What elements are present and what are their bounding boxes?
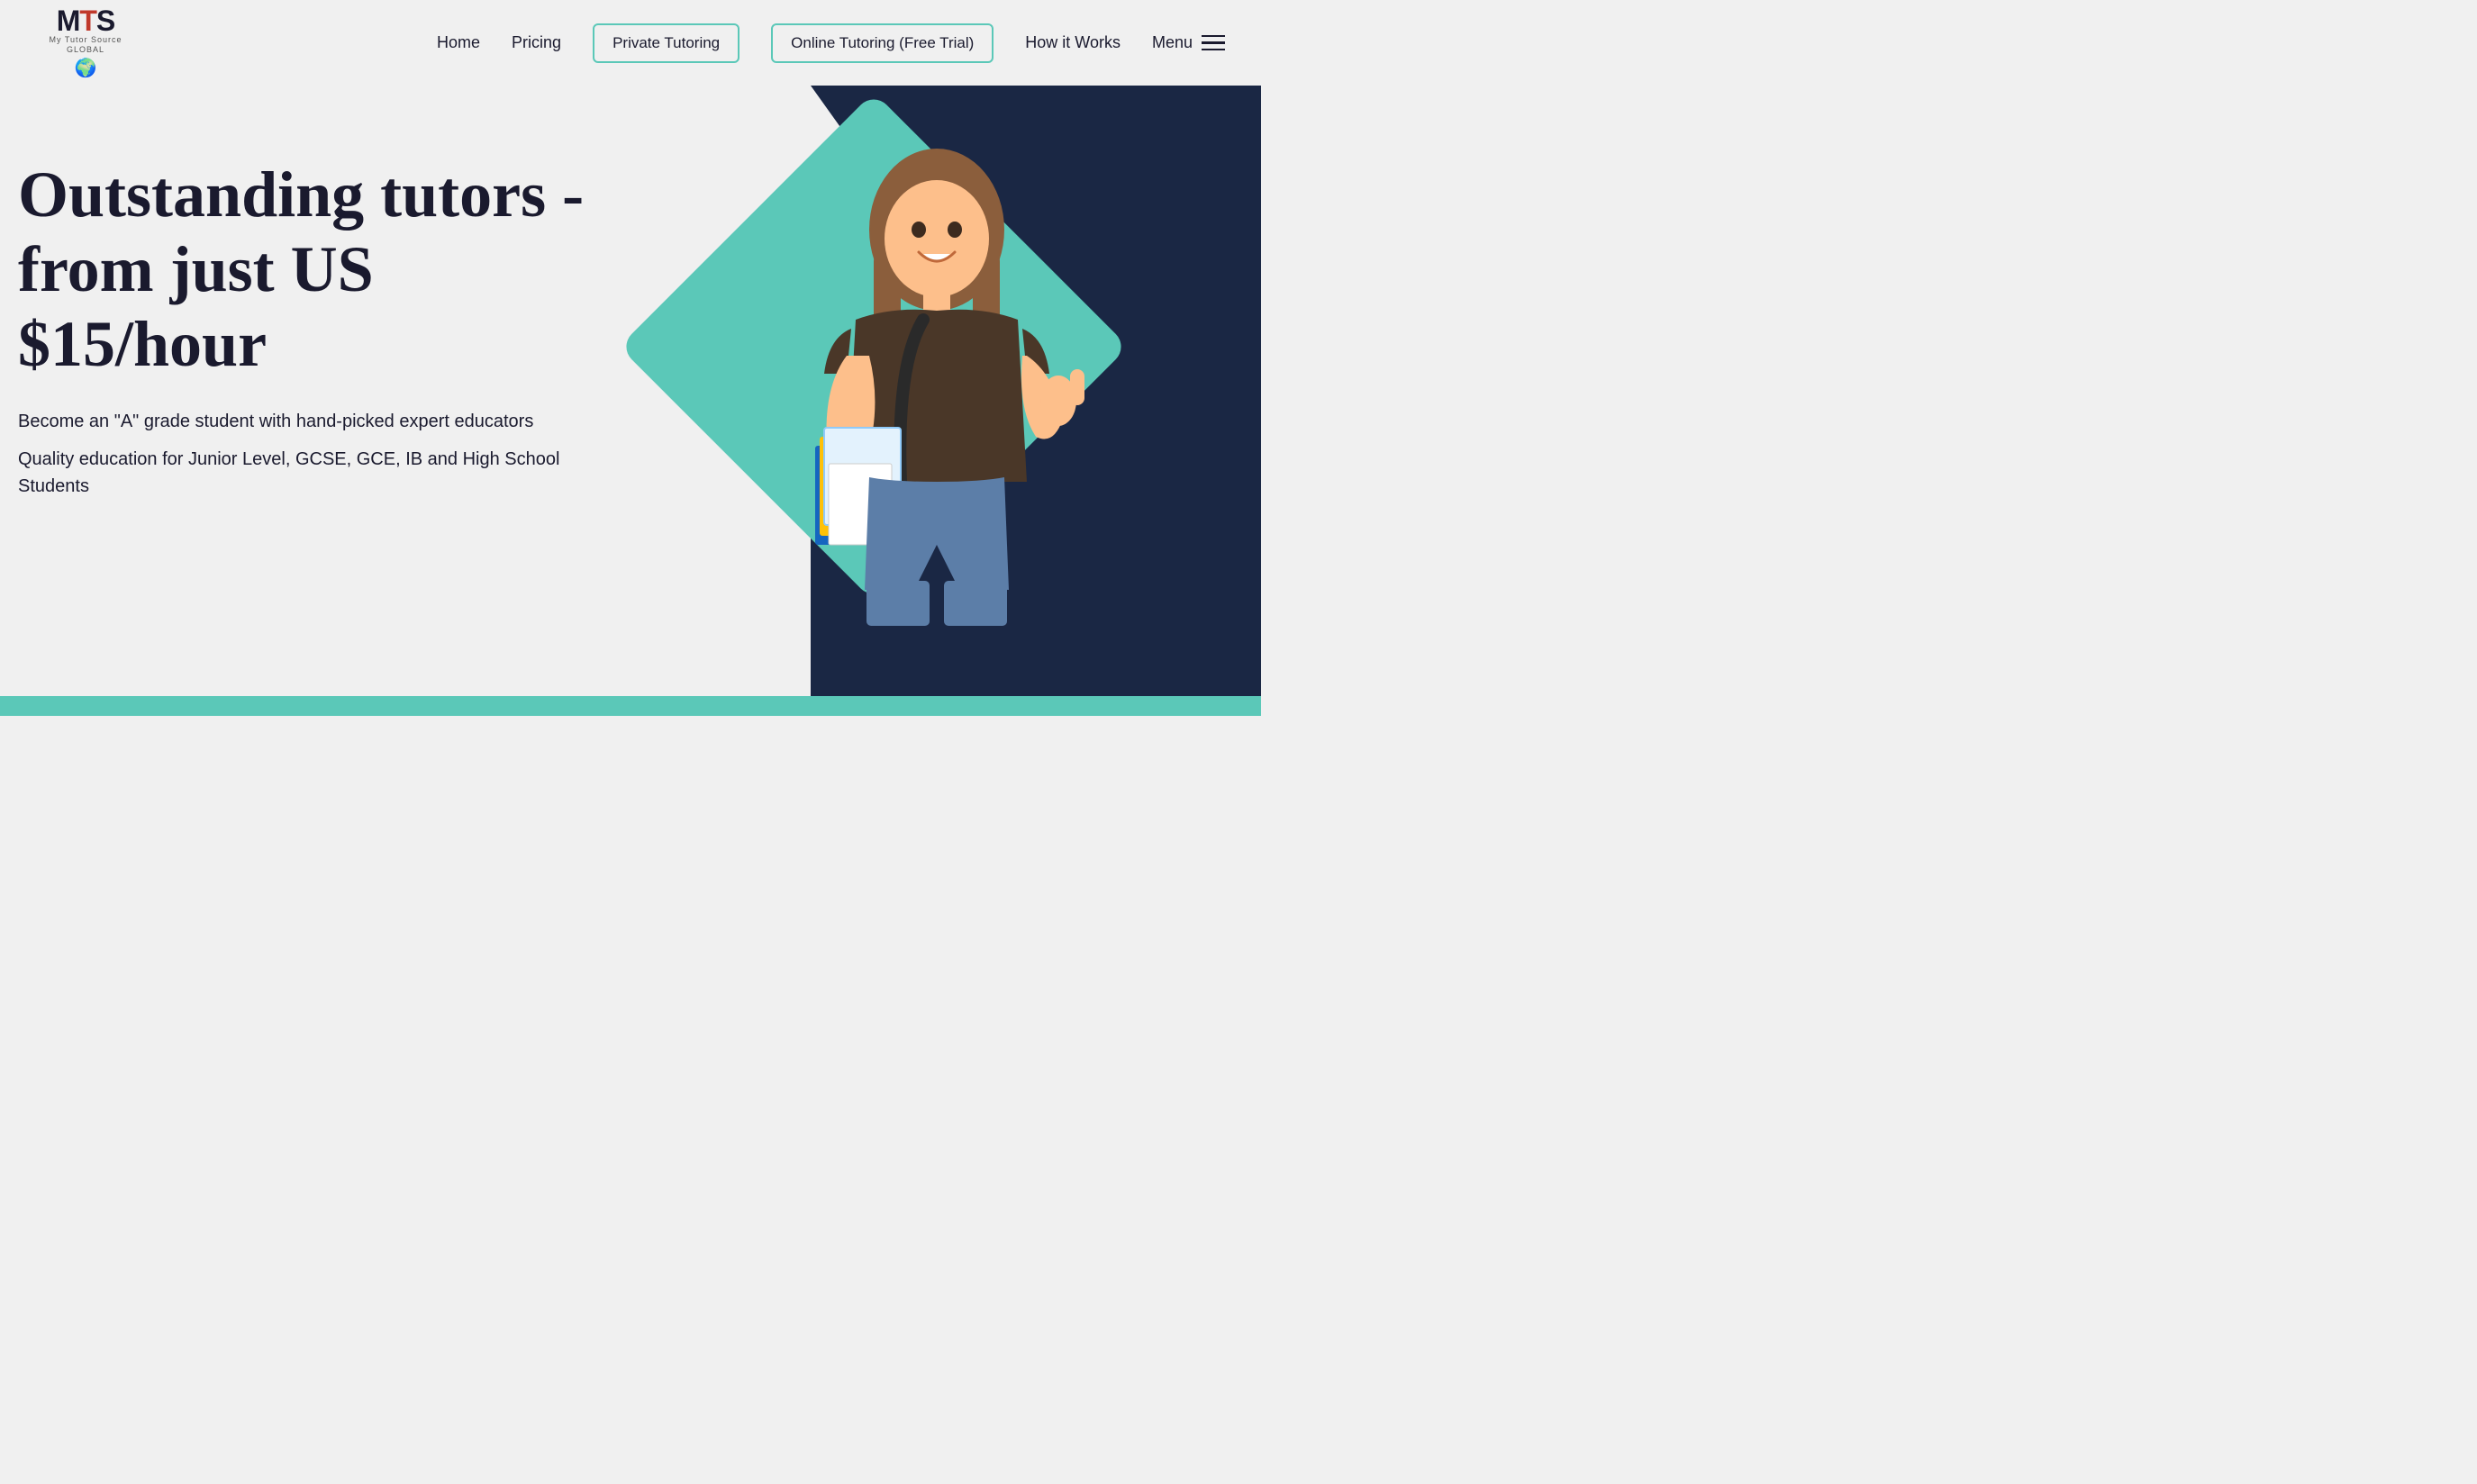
main-nav: Home Pricing Private Tutoring Online Tut…: [437, 23, 1225, 63]
nav-private-tutoring[interactable]: Private Tutoring: [593, 23, 739, 63]
nav-how-it-works[interactable]: How it Works: [1025, 33, 1121, 52]
hero-subtitle-1: Become an "A" grade student with hand-pi…: [18, 408, 594, 435]
hero-content: Outstanding tutors - from just US $15/ho…: [0, 86, 631, 547]
hero-subtitle-2: Quality education for Junior Level, GCSE…: [18, 446, 594, 500]
nav-pricing[interactable]: Pricing: [512, 33, 561, 52]
nav-menu-button[interactable]: Menu: [1152, 33, 1225, 52]
hamburger-icon: [1202, 35, 1225, 51]
logo-subtitle: My Tutor Source GLOBAL: [49, 35, 122, 55]
nav-online-tutoring[interactable]: Online Tutoring (Free Trial): [771, 23, 994, 63]
site-header: MTS My Tutor Source GLOBAL 🌍 Home Pricin…: [0, 0, 1261, 86]
menu-label: Menu: [1152, 33, 1193, 52]
hero-title: Outstanding tutors - from just US $15/ho…: [18, 158, 594, 381]
nav-home[interactable]: Home: [437, 33, 480, 52]
hero-section: Outstanding tutors - from just US $15/ho…: [0, 86, 1261, 716]
bottom-teal-bar: [0, 696, 1261, 716]
logo-globe-icon: 🌍: [75, 57, 97, 79]
logo[interactable]: MTS My Tutor Source GLOBAL 🌍: [36, 6, 135, 79]
logo-letters: MTS: [57, 6, 115, 35]
student-image: [748, 122, 1126, 662]
